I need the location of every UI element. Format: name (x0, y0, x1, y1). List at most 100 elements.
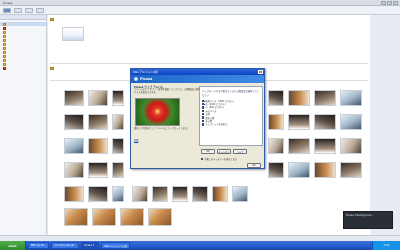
photo-thumbnail[interactable] (64, 138, 84, 154)
photo-thumbnail[interactable] (88, 186, 108, 202)
cancel-button[interactable]: キャンセル (217, 149, 231, 154)
photo-thumbnail[interactable] (314, 114, 336, 130)
photo-thumbnail[interactable] (92, 208, 116, 226)
folder-header (50, 67, 54, 70)
photo-thumbnail[interactable] (112, 138, 124, 154)
picasa-logo-icon (134, 77, 138, 81)
toolbar-button[interactable] (25, 7, 33, 13)
folder-icon (3, 30, 6, 34)
checkbox[interactable] (201, 157, 204, 161)
photo-thumbnail[interactable] (88, 162, 108, 178)
photo-thumbnail[interactable] (268, 114, 284, 130)
window-buttons (381, 0, 400, 5)
close-icon[interactable]: × (258, 70, 263, 74)
checkbox[interactable] (202, 119, 205, 123)
folder-divider (50, 63, 368, 64)
toolbar-button[interactable] (36, 7, 44, 13)
dialog-description: アルバムのアップロード設定を選択してください。公開範囲と画像サイズを指定できます… (134, 88, 200, 94)
photo-thumbnail[interactable] (64, 114, 84, 130)
taskbar-item[interactable]: Link Pane Sec-Ri... (51, 242, 80, 249)
close-icon[interactable] (393, 0, 398, 5)
minimize-icon[interactable] (381, 0, 386, 5)
checkbox[interactable] (202, 102, 206, 106)
photo-thumbnail[interactable] (112, 186, 124, 202)
folder-icon (3, 26, 6, 30)
taskbar-item[interactable]: Web アルバムへ公開 (101, 242, 130, 249)
dont-show-again[interactable]: 今後このメッセージを表示しない (201, 157, 237, 161)
details-link[interactable]: 詳細 (134, 138, 138, 142)
checkbox[interactable] (202, 99, 206, 103)
notification-popup[interactable]: Picasa 3 Background... (343, 211, 393, 229)
photo-thumbnail[interactable] (148, 208, 172, 226)
notification-text: Picasa 3 Background... (346, 214, 374, 217)
photo-thumbnail[interactable] (112, 90, 124, 106)
photo-thumbnail[interactable] (340, 114, 362, 130)
photo-thumbnail[interactable] (340, 138, 362, 154)
photo-thumbnail[interactable] (64, 186, 84, 202)
photo-thumbnail[interactable] (112, 114, 124, 130)
folder-icon (3, 34, 6, 38)
options-panel: アップロードする写真のサイズと公開設定を選択してください 推奨サイズ（1600 … (199, 86, 263, 146)
photo-thumbnail[interactable] (314, 138, 336, 154)
start-button[interactable]: start (0, 241, 26, 250)
dialog-body: Picasa ウェブ アルバム アルバムのアップロード設定を選択してください。公… (131, 83, 266, 170)
photo-thumbnail[interactable] (288, 114, 310, 130)
folder-icon (3, 54, 6, 58)
photo-thumbnail[interactable] (212, 186, 228, 202)
photo-thumbnail[interactable] (88, 114, 108, 130)
banner-title: Picasa (140, 77, 153, 81)
taskbar-item[interactable]: BBS Sec-Ri... (28, 242, 50, 249)
sidebar-item[interactable] (0, 66, 46, 70)
app-title: Picasa (3, 0, 13, 5)
photo-thumbnail[interactable] (152, 186, 168, 202)
photo-thumbnail[interactable] (132, 186, 148, 202)
photo-thumbnail[interactable] (64, 208, 88, 226)
checkbox[interactable] (202, 109, 205, 113)
photo-thumbnail[interactable] (172, 186, 188, 202)
folder-icon (3, 42, 6, 46)
photo-thumbnail[interactable] (64, 162, 84, 178)
photo-thumbnail[interactable] (340, 90, 362, 106)
checkbox[interactable] (202, 123, 205, 126)
option-item[interactable]: キャプションを含める (202, 123, 260, 126)
preview-image (135, 98, 180, 126)
dialog-title: Web アルバムへ公開 (133, 71, 158, 74)
toolbar (0, 6, 400, 15)
checkbox[interactable] (202, 113, 205, 116)
photo-thumbnail[interactable] (268, 138, 284, 154)
import-button[interactable] (3, 7, 11, 13)
checkbox[interactable] (202, 116, 205, 119)
photo-thumbnail[interactable] (268, 162, 284, 178)
taskbar-item[interactable]: Picasa 3 (81, 242, 100, 249)
maximize-icon[interactable] (387, 0, 392, 5)
system-tray[interactable]: 0:03 (372, 241, 400, 250)
ok-button[interactable]: OK (247, 163, 261, 168)
option-label: キャプションを含める (205, 123, 228, 127)
folder-icon (50, 67, 54, 70)
ok-button[interactable]: OK (201, 149, 215, 154)
photo-thumbnail[interactable] (62, 27, 84, 41)
photo-thumbnail[interactable] (112, 162, 124, 178)
folder-icon (3, 62, 6, 66)
help-button[interactable]: ヘルプ (233, 149, 247, 154)
photo-thumbnail[interactable] (88, 138, 108, 154)
photo-thumbnail[interactable] (288, 138, 310, 154)
folder-icon (3, 50, 6, 54)
taskbar: start BBS Sec-Ri... Link Pane Sec-Ri... … (0, 241, 400, 250)
folder-icon (3, 58, 6, 62)
photo-thumbnail[interactable] (288, 90, 310, 106)
photo-thumbnail[interactable] (268, 90, 284, 106)
photo-thumbnail[interactable] (64, 90, 84, 106)
photo-thumbnail[interactable] (192, 186, 208, 202)
photo-thumbnail[interactable] (88, 90, 108, 106)
photo-thumbnail[interactable] (314, 162, 336, 178)
photo-thumbnail[interactable] (288, 162, 310, 178)
folder-icon (3, 38, 6, 42)
photo-thumbnail[interactable] (232, 186, 248, 202)
photo-thumbnail[interactable] (340, 162, 362, 178)
web-album-dialog: Web アルバムへ公開 × Picasa Picasa ウェブ アルバム アルバ… (130, 68, 265, 169)
photo-thumbnail[interactable] (314, 90, 336, 106)
checkbox[interactable] (202, 106, 205, 109)
photo-thumbnail[interactable] (120, 208, 144, 226)
toolbar-button[interactable] (14, 7, 22, 13)
